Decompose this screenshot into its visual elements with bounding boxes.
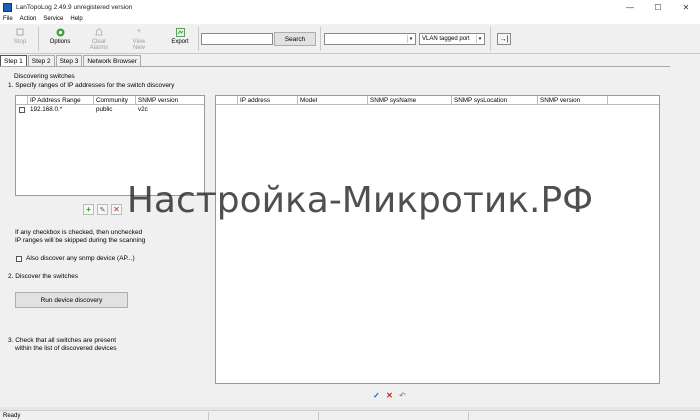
- status-divider: [208, 412, 209, 420]
- column-header[interactable]: IP address: [238, 96, 298, 104]
- status-divider: [318, 412, 319, 420]
- window-title: LanTopoLog 2.49.9 unregistered version: [16, 3, 133, 11]
- options-button[interactable]: Options: [44, 25, 76, 53]
- search-button[interactable]: Search: [274, 32, 316, 46]
- options-label: Options: [49, 39, 71, 45]
- table-header: IP address Model SNMP sysName SNMP sysLo…: [216, 96, 659, 105]
- stop-button[interactable]: Stop: [6, 25, 34, 53]
- chevron-down-icon: ▾: [407, 35, 414, 43]
- menu-file[interactable]: File: [3, 16, 13, 22]
- status-divider: [468, 412, 469, 420]
- table-cell: 192.168.0.*: [30, 106, 63, 113]
- app-icon: [3, 2, 12, 12]
- filter-select[interactable]: ▾: [324, 33, 416, 45]
- instruction-step-3-line-1: 3. Check that all switches are present: [8, 337, 117, 344]
- ip-ranges-table[interactable]: IP Address Range Community SNMP version …: [15, 95, 205, 196]
- checkbox-column-header: [16, 96, 28, 104]
- view-new-icon: +: [136, 28, 142, 35]
- range-edit-buttons: + ✎ ✕: [83, 204, 125, 215]
- table-header: IP Address Range Community SNMP version: [16, 96, 204, 105]
- undo-icon[interactable]: ↶: [397, 390, 408, 401]
- column-header[interactable]: SNMP sysName: [368, 96, 452, 104]
- also-discover-option[interactable]: Also discover any snmp device (AP...): [16, 255, 135, 263]
- view-new-button[interactable]: + View New: [124, 25, 154, 53]
- run-discovery-button[interactable]: Run device discovery: [15, 292, 128, 308]
- window-controls: — ☐ ✕: [616, 0, 700, 14]
- column-header[interactable]: SNMP sysLocation: [452, 96, 538, 104]
- delete-icon[interactable]: ✕: [111, 204, 122, 215]
- check-icon[interactable]: ✓: [371, 390, 382, 401]
- export-icon: [175, 27, 185, 37]
- toolbar-separator: [490, 27, 491, 51]
- row-header-column: [216, 96, 238, 104]
- checkbox-icon: [19, 106, 25, 113]
- menu-action[interactable]: Action: [20, 16, 37, 22]
- maximize-button[interactable]: ☐: [644, 0, 672, 14]
- stop-label: Stop: [13, 39, 27, 45]
- toolbar-separator: [198, 27, 199, 51]
- column-header[interactable]: Model: [298, 96, 368, 104]
- export-button[interactable]: Export: [166, 25, 194, 53]
- table-cell: v2c: [138, 106, 148, 113]
- tab-step-1[interactable]: Step 1: [0, 55, 27, 66]
- instruction-step-3-line-2: within the list of discovered devices: [15, 345, 117, 352]
- add-icon[interactable]: +: [83, 204, 94, 215]
- status-text: Ready: [3, 412, 21, 419]
- clear-alarms-label: Clear Alarms: [89, 39, 109, 51]
- devices-table[interactable]: IP address Model SNMP sysName SNMP sysLo…: [215, 95, 660, 384]
- close-button[interactable]: ✕: [672, 0, 700, 14]
- menu-help[interactable]: Help: [70, 16, 82, 22]
- instruction-step-1: 1. Specify ranges of IP addresses for th…: [8, 82, 175, 89]
- column-header[interactable]: SNMP version: [538, 96, 608, 104]
- menu-service[interactable]: Service: [43, 16, 63, 22]
- note-line-1: If any checkbox is checked, then uncheck…: [15, 229, 143, 236]
- column-header[interactable]: SNMP version: [136, 96, 204, 104]
- row-checkbox[interactable]: [16, 105, 28, 114]
- options-icon: [55, 27, 65, 37]
- vlan-select-value: VLAN tagged port: [422, 36, 470, 42]
- instruction-step-2: 2. Discover the switches: [8, 273, 79, 280]
- menu-bar: File Action Service Help: [0, 14, 700, 24]
- toolbar-separator: [38, 27, 39, 51]
- export-label: Export: [171, 39, 189, 45]
- clear-alarms-button[interactable]: Clear Alarms: [84, 25, 114, 53]
- column-header[interactable]: IP Address Range: [28, 96, 94, 104]
- toolbar-separator: [320, 27, 321, 51]
- status-bar: Ready: [0, 410, 700, 420]
- section-heading: Discovering switches: [14, 73, 75, 80]
- note-line-2: IP ranges will be skipped during the sca…: [15, 237, 146, 244]
- column-header[interactable]: Community: [94, 96, 136, 104]
- tab-step-3[interactable]: Step 3: [55, 55, 83, 66]
- table-row[interactable]: 192.168.0.* public v2c: [16, 105, 204, 114]
- vlan-select[interactable]: VLAN tagged port ▾: [419, 33, 485, 45]
- chevron-down-icon: ▾: [476, 35, 483, 43]
- tab-network-browser[interactable]: Network Browser: [83, 55, 141, 66]
- minimize-button[interactable]: —: [616, 0, 644, 14]
- view-new-label: View New: [132, 39, 146, 51]
- stop-icon: [15, 27, 25, 37]
- search-input[interactable]: [201, 33, 273, 45]
- table-cell: public: [96, 106, 113, 113]
- device-action-buttons: ✓ ✕ ↶: [371, 390, 410, 401]
- tab-divider: [0, 66, 670, 67]
- title-bar: LanTopoLog 2.49.9 unregistered version —…: [0, 0, 700, 14]
- edit-icon[interactable]: ✎: [97, 204, 108, 215]
- tab-step-2[interactable]: Step 2: [27, 55, 55, 66]
- step-tabs: Step 1 Step 2 Step 3 Network Browser: [0, 55, 142, 66]
- bell-icon: [94, 27, 104, 37]
- also-discover-label: Also discover any snmp device (AP...): [26, 255, 135, 262]
- delete-icon[interactable]: ✕: [384, 390, 395, 401]
- exit-icon[interactable]: →|: [497, 33, 511, 45]
- checkbox-icon[interactable]: [16, 256, 22, 262]
